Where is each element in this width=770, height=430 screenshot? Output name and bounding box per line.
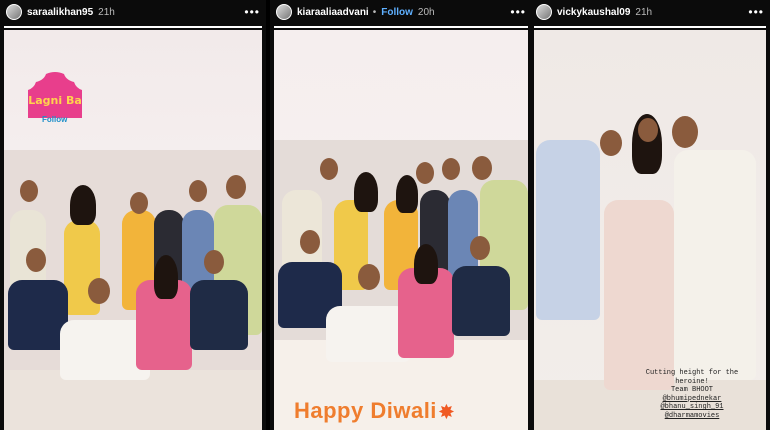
person-head <box>130 192 148 214</box>
separator: • <box>372 6 377 18</box>
caption-mention[interactable]: @bhanu_singh_91 <box>638 403 746 412</box>
person-head <box>26 248 46 272</box>
more-options-icon[interactable]: ••• <box>510 5 526 19</box>
avatar[interactable] <box>6 4 22 20</box>
story-panel-2[interactable]: kiaraaliaadvani • Follow 20h ••• Happy D… <box>270 0 532 430</box>
person-hair <box>154 255 178 299</box>
person-head <box>672 116 698 148</box>
caption-line: heroine! <box>675 377 709 386</box>
person-hair <box>396 175 418 213</box>
person-figure <box>536 140 600 320</box>
story-progress-bar <box>534 26 766 28</box>
follow-button[interactable]: Follow <box>381 7 413 18</box>
person-head <box>638 118 658 142</box>
more-options-icon[interactable]: ••• <box>748 5 764 19</box>
caption-mention[interactable]: @dharmamovies <box>638 412 746 421</box>
story-image: Lagni Ba Follow <box>4 30 262 430</box>
person-head <box>226 175 246 199</box>
happy-diwali-sticker: Happy Diwali ✸ <box>294 398 455 424</box>
person-head <box>358 264 380 290</box>
lagniba-logo-text: Lagni Ba <box>28 94 82 107</box>
username[interactable]: saraalikhan95 <box>27 7 93 18</box>
person-head <box>204 250 224 274</box>
person-figure <box>190 280 248 350</box>
person-head <box>416 162 434 184</box>
username[interactable]: kiaraaliaadvani <box>297 7 369 18</box>
avatar[interactable] <box>276 4 292 20</box>
person-head <box>600 130 622 156</box>
story-progress-bar <box>4 26 262 28</box>
person-figure <box>674 150 756 380</box>
sparkle-icon: ✸ <box>438 402 455 422</box>
more-options-icon[interactable]: ••• <box>244 5 260 19</box>
story-panel-1[interactable]: saraalikhan95 21h ••• Lagni Ba Follow <box>0 0 266 430</box>
lagniba-sticker-logo: Lagni Ba <box>28 72 82 118</box>
person-head <box>20 180 38 202</box>
sticker-caption: Follow <box>42 115 68 124</box>
story-header: kiaraaliaadvani • Follow 20h ••• <box>270 0 532 24</box>
story-header: vickykaushal09 21h ••• <box>530 0 770 24</box>
story-image: Cutting height for the heroine! Team BHO… <box>534 30 766 430</box>
caption-line: Cutting height for the <box>645 369 739 377</box>
username[interactable]: vickykaushal09 <box>557 7 630 18</box>
person-head <box>472 156 492 180</box>
caption-line: Team BHOOT <box>670 386 713 394</box>
story-progress-fill <box>4 26 262 28</box>
caption-mention[interactable]: @bhumipednekar <box>638 395 746 404</box>
person-head <box>88 278 110 304</box>
person-hair <box>354 172 378 212</box>
person-head <box>470 236 490 260</box>
person-head <box>442 158 460 180</box>
person-figure <box>452 266 510 336</box>
story-image: Happy Diwali ✸ <box>274 30 528 430</box>
happy-diwali-text: Happy Diwali <box>294 398 437 423</box>
person-head <box>300 230 320 254</box>
story-caption: Cutting height for the heroine! Team BHO… <box>638 369 746 420</box>
story-progress-fill <box>534 26 766 28</box>
timestamp: 20h <box>417 6 435 18</box>
avatar[interactable] <box>536 4 552 20</box>
story-progress-bar <box>274 26 528 28</box>
timestamp: 21h <box>98 6 115 18</box>
story-progress-fill <box>274 26 528 28</box>
person-hair <box>70 185 96 225</box>
person-head <box>189 180 207 202</box>
timestamp: 21h <box>635 6 653 18</box>
person-head <box>320 158 338 180</box>
person-hair <box>414 244 438 284</box>
person-figure <box>8 280 68 350</box>
story-header: saraalikhan95 21h ••• <box>0 0 266 24</box>
story-panel-3[interactable]: vickykaushal09 21h ••• Cutting height fo… <box>530 0 770 430</box>
person-figure <box>604 200 674 390</box>
